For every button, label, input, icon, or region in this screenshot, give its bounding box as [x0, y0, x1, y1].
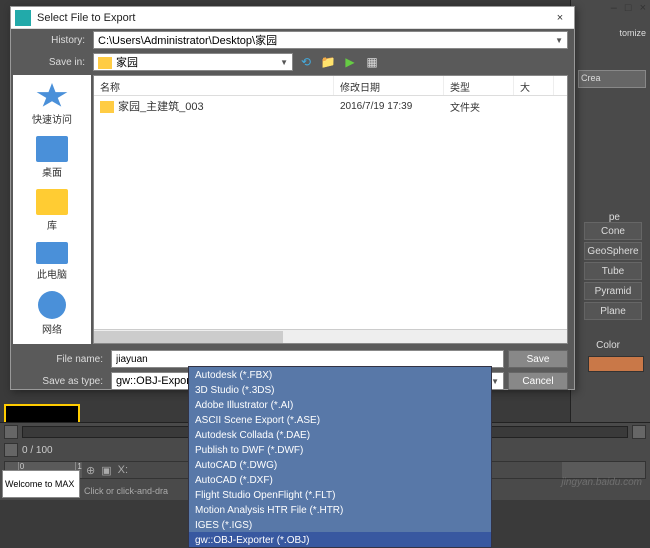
history-value: C:\Users\Administrator\Desktop\家园 [98, 32, 277, 48]
view-icon[interactable]: ▦ [363, 53, 381, 71]
savein-combo[interactable]: 家园 ▼ [93, 53, 293, 71]
star-icon [36, 83, 68, 109]
minimize-icon[interactable]: – [611, 2, 617, 14]
history-label: History: [17, 35, 89, 46]
places-sidebar: 快速访问 桌面 库 此电脑 网络 [13, 75, 91, 344]
dd-igs[interactable]: IGES (*.IGS) [189, 517, 491, 532]
folder-icon [36, 189, 68, 215]
tool-icon[interactable]: ⊕ [86, 464, 95, 477]
pc-icon [36, 242, 68, 264]
close-icon[interactable]: × [640, 2, 646, 14]
new-folder-icon[interactable]: ▶ [341, 53, 359, 71]
menu-customize[interactable]: tomize [619, 28, 646, 38]
timeline-next-icon[interactable] [632, 425, 646, 439]
chevron-down-icon: ▼ [491, 377, 499, 386]
col-name[interactable]: 名称 [94, 76, 334, 95]
sidebar-item-quickaccess[interactable]: 快速访问 [13, 79, 91, 130]
filetype-dropdown[interactable]: Autodesk (*.FBX) 3D Studio (*.3DS) Adobe… [188, 366, 492, 548]
monitor-icon [36, 136, 68, 162]
dd-ase[interactable]: ASCII Scene Export (*.ASE) [189, 412, 491, 427]
x-coord-label: X: [118, 464, 128, 476]
maximize-icon[interactable]: □ [625, 2, 632, 14]
dd-dwg[interactable]: AutoCAD (*.DWG) [189, 457, 491, 472]
create-tab[interactable]: Crea [578, 70, 646, 88]
timeline-prev-icon[interactable] [4, 425, 18, 439]
network-icon [38, 291, 66, 319]
dd-dxf[interactable]: AutoCAD (*.DXF) [189, 472, 491, 487]
history-combo[interactable]: C:\Users\Administrator\Desktop\家园 ▼ [93, 31, 568, 49]
pyramid-button[interactable]: Pyramid [584, 282, 642, 300]
chevron-down-icon: ▼ [280, 58, 288, 67]
status-hint: Click or click-and-dra [84, 486, 168, 496]
sidebar-item-desktop[interactable]: 桌面 [13, 132, 91, 183]
sidebar-item-network[interactable]: 网络 [13, 287, 91, 340]
color-label: Color [596, 340, 620, 351]
dd-dwf[interactable]: Publish to DWF (*.DWF) [189, 442, 491, 457]
back-icon[interactable]: ⟲ [297, 53, 315, 71]
dialog-title: Select File to Export [31, 12, 550, 24]
file-row[interactable]: 家园_主建筑_003 2016/7/19 17:39 文件夹 [94, 96, 567, 116]
sidebar-item-thispc[interactable]: 此电脑 [13, 238, 91, 285]
dialog-close-icon[interactable]: × [550, 8, 570, 28]
up-icon[interactable]: 📁 [319, 53, 337, 71]
geosphere-button[interactable]: GeoSphere [584, 242, 642, 260]
cancel-button[interactable]: Cancel [508, 372, 568, 390]
dd-obj[interactable]: gw::OBJ-Exporter (*.OBJ) [189, 532, 491, 547]
color-swatch[interactable] [588, 356, 644, 372]
save-button[interactable]: Save [508, 350, 568, 368]
dd-dae[interactable]: Autodesk Collada (*.DAE) [189, 427, 491, 442]
chevron-down-icon: ▼ [555, 36, 563, 45]
col-date[interactable]: 修改日期 [334, 76, 444, 95]
dd-3ds[interactable]: 3D Studio (*.3DS) [189, 382, 491, 397]
file-list[interactable]: 名称 修改日期 类型 大 家园_主建筑_003 2016/7/19 17:39 … [93, 75, 568, 344]
cone-button[interactable]: Cone [584, 222, 642, 240]
savein-value: 家园 [116, 57, 138, 69]
sidebar-item-libraries[interactable]: 库 [13, 185, 91, 236]
key-icon[interactable] [4, 443, 18, 457]
app-icon [15, 10, 31, 26]
tube-button[interactable]: Tube [584, 262, 642, 280]
frame-counter: 0 / 100 [22, 445, 53, 456]
dd-fbx[interactable]: Autodesk (*.FBX) [189, 367, 491, 382]
saveastype-label: Save as type: [17, 376, 107, 387]
folder-icon [100, 101, 114, 113]
col-size[interactable]: 大 [514, 76, 554, 95]
plane-button[interactable]: Plane [584, 302, 642, 320]
savein-label: Save in: [17, 57, 89, 68]
dd-htr[interactable]: Motion Analysis HTR File (*.HTR) [189, 502, 491, 517]
tool-icon-2[interactable]: ▣ [101, 464, 111, 477]
dd-ai[interactable]: Adobe Illustrator (*.AI) [189, 397, 491, 412]
folder-icon [98, 57, 112, 69]
scrollbar[interactable] [94, 329, 567, 343]
scrollbar-thumb[interactable] [94, 331, 283, 343]
export-dialog: Select File to Export × History: C:\User… [10, 6, 575, 390]
welcome-panel: Welcome to MAX [2, 470, 80, 498]
watermark: jingyan.baidu.com [561, 477, 642, 488]
filename-label: File name: [17, 354, 107, 365]
col-type[interactable]: 类型 [444, 76, 514, 95]
